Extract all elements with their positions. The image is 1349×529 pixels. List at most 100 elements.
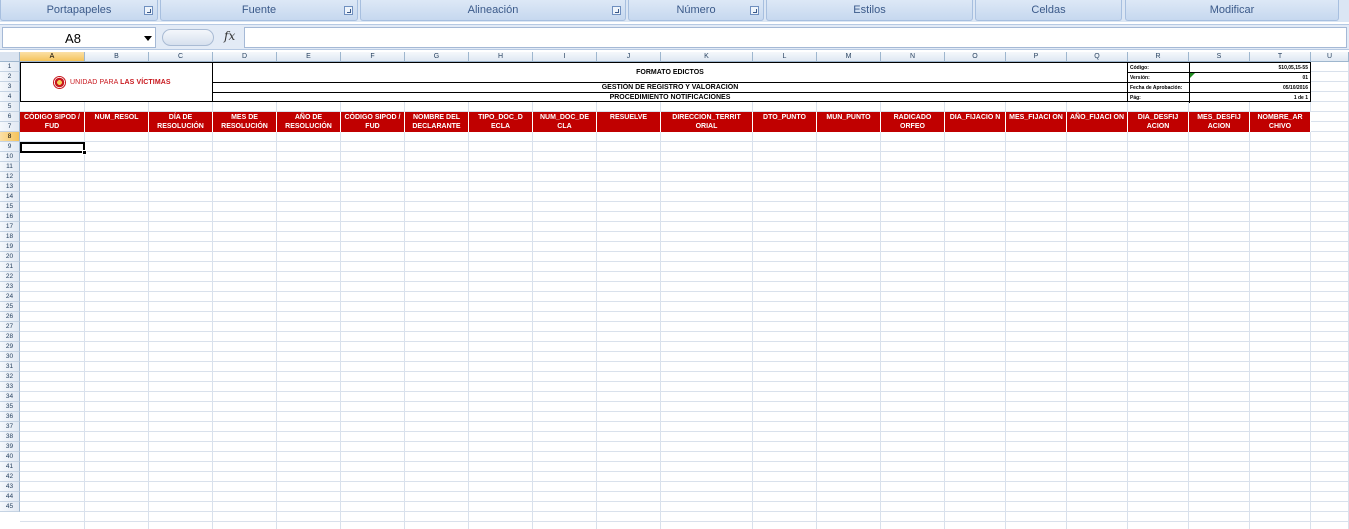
row-header-29[interactable]: 29 (0, 342, 20, 352)
column-header-e[interactable]: E (277, 52, 341, 62)
row-header-14[interactable]: 14 (0, 192, 20, 202)
row-header-20[interactable]: 20 (0, 252, 20, 262)
header-cell-h[interactable]: TIPO_DOC_D ECLA (469, 112, 533, 132)
header-cell-d[interactable]: MES DE RESOLUCIÓN (213, 112, 277, 132)
row-header-38[interactable]: 38 (0, 432, 20, 442)
header-cell-e[interactable]: AÑO DE RESOLUCIÓN (277, 112, 341, 132)
logo-cell[interactable]: UNIDAD PARA LAS VÍCTIMAS (20, 62, 213, 102)
row-header-35[interactable]: 35 (0, 402, 20, 412)
dialog-launcher-icon[interactable] (144, 6, 153, 15)
row-header-4[interactable]: 4 (0, 92, 20, 102)
row-header-23[interactable]: 23 (0, 282, 20, 292)
column-header-u[interactable]: U (1311, 52, 1349, 62)
header-cell-s[interactable]: MES_DESFIJ ACION (1189, 112, 1250, 132)
document-meta[interactable]: Código: 510,05,15-55 Versión: 01 Fecha de Ap… (1127, 62, 1311, 103)
row-header-15[interactable]: 15 (0, 202, 20, 212)
select-all-corner[interactable] (0, 52, 20, 62)
row-header-5[interactable]: 5 (0, 102, 20, 112)
column-header-q[interactable]: Q (1067, 52, 1128, 62)
fill-handle[interactable] (82, 150, 87, 155)
row-header-24[interactable]: 24 (0, 292, 20, 302)
insert-function-button[interactable]: fx (224, 29, 235, 43)
row-header-43[interactable]: 43 (0, 482, 20, 492)
column-header-s[interactable]: S (1189, 52, 1250, 62)
column-header-c[interactable]: C (149, 52, 213, 62)
row-header-42[interactable]: 42 (0, 472, 20, 482)
header-cell-r[interactable]: DIA_DESFIJ ACION (1128, 112, 1189, 132)
row-header-12[interactable]: 12 (0, 172, 20, 182)
row-header-22[interactable]: 22 (0, 272, 20, 282)
header-cell-l[interactable]: DTO_PUNTO (753, 112, 817, 132)
formula-input[interactable] (244, 27, 1347, 48)
column-header-p[interactable]: P (1006, 52, 1067, 62)
row-header-44[interactable]: 44 (0, 492, 20, 502)
row-header-19[interactable]: 19 (0, 242, 20, 252)
row-header-10[interactable]: 10 (0, 152, 20, 162)
dialog-launcher-icon[interactable] (750, 6, 759, 15)
row-header-37[interactable]: 37 (0, 422, 20, 432)
column-header-g[interactable]: G (405, 52, 469, 62)
row-header-11[interactable]: 11 (0, 162, 20, 172)
column-header-n[interactable]: N (881, 52, 945, 62)
row-header-32[interactable]: 32 (0, 372, 20, 382)
column-header-j[interactable]: J (597, 52, 661, 62)
formula-bar-resize-handle[interactable] (162, 29, 214, 46)
row-header-33[interactable]: 33 (0, 382, 20, 392)
header-cell-j[interactable]: RESUELVE (597, 112, 661, 132)
header-cell-i[interactable]: NUM_DOC_DE CLA (533, 112, 597, 132)
column-header-k[interactable]: K (661, 52, 753, 62)
chevron-down-icon[interactable] (144, 36, 152, 41)
header-cell-t[interactable]: NOMBRE_AR CHIVO (1250, 112, 1311, 132)
header-cell-q[interactable]: AÑO_FIJACI ON (1067, 112, 1128, 132)
header-cell-c[interactable]: DÍA DE RESOLUCIÓN (149, 112, 213, 132)
column-header-m[interactable]: M (817, 52, 881, 62)
row-header-18[interactable]: 18 (0, 232, 20, 242)
row-header-39[interactable]: 39 (0, 442, 20, 452)
header-cell-f[interactable]: CÓDIGO SIPOD / FUD (341, 112, 405, 132)
column-header-b[interactable]: B (85, 52, 149, 62)
active-cell[interactable] (20, 142, 87, 155)
row-header-27[interactable]: 27 (0, 322, 20, 332)
header-cell-p[interactable]: MES_FIJACI ON (1006, 112, 1067, 132)
column-header-i[interactable]: I (533, 52, 597, 62)
header-cell-k[interactable]: DIRECCION_TERRIT ORIAL (661, 112, 753, 132)
row-header-1[interactable]: 1 (0, 62, 20, 72)
header-cell-m[interactable]: MUN_PUNTO (817, 112, 881, 132)
column-header-t[interactable]: T (1250, 52, 1311, 62)
header-cell-n[interactable]: RADICADO ORFEO (881, 112, 945, 132)
row-header-9[interactable]: 9 (0, 142, 20, 152)
column-header-l[interactable]: L (753, 52, 817, 62)
row-header-13[interactable]: 13 (0, 182, 20, 192)
row-header-17[interactable]: 17 (0, 222, 20, 232)
row-header-3[interactable]: 3 (0, 82, 20, 92)
header-cell-a[interactable]: CÓDIGO SIPOD / FUD (20, 112, 85, 132)
title-block[interactable]: FORMATO EDICTOS GESTIÓN DE REGISTRO Y VA… (212, 62, 1128, 102)
header-cell-o[interactable]: DIA_FIJACIO N (945, 112, 1006, 132)
row-header-34[interactable]: 34 (0, 392, 20, 402)
cell-grid[interactable] (20, 62, 1349, 529)
row-header-41[interactable]: 41 (0, 462, 20, 472)
header-cell-g[interactable]: NOMBRE DEL DECLARANTE (405, 112, 469, 132)
row-header-6[interactable]: 6 (0, 112, 20, 122)
row-header-30[interactable]: 30 (0, 352, 20, 362)
row-header-25[interactable]: 25 (0, 302, 20, 312)
column-header-d[interactable]: D (213, 52, 277, 62)
row-header-7[interactable]: 7 (0, 122, 20, 132)
header-cell-b[interactable]: NUM_RESOL (85, 112, 149, 132)
column-header-o[interactable]: O (945, 52, 1006, 62)
column-header-h[interactable]: H (469, 52, 533, 62)
row-header-40[interactable]: 40 (0, 452, 20, 462)
row-header-31[interactable]: 31 (0, 362, 20, 372)
row-header-26[interactable]: 26 (0, 312, 20, 322)
dialog-launcher-icon[interactable] (344, 6, 353, 15)
column-header-a[interactable]: A (20, 52, 85, 62)
dialog-launcher-icon[interactable] (612, 6, 621, 15)
row-header-28[interactable]: 28 (0, 332, 20, 342)
row-header-8[interactable]: 8 (0, 132, 20, 142)
name-box[interactable]: A8 (2, 27, 156, 48)
column-header-f[interactable]: F (341, 52, 405, 62)
row-header-16[interactable]: 16 (0, 212, 20, 222)
row-header-21[interactable]: 21 (0, 262, 20, 272)
row-header-36[interactable]: 36 (0, 412, 20, 422)
row-header-2[interactable]: 2 (0, 72, 20, 82)
